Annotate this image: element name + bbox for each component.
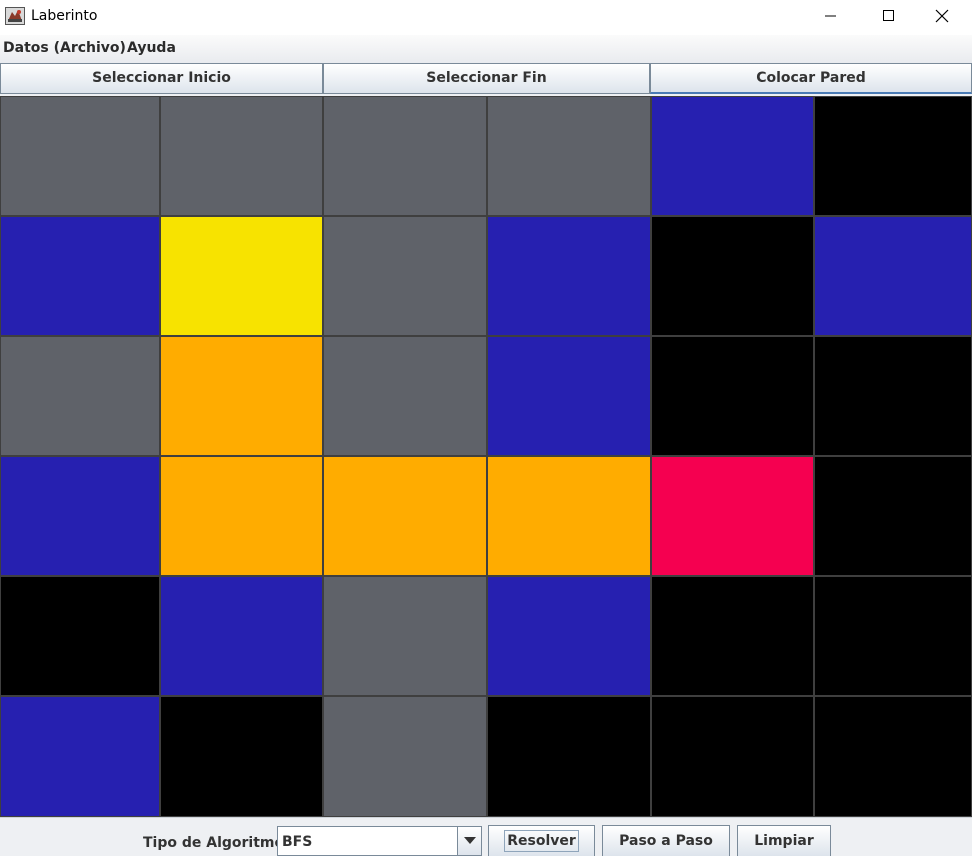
maze-cell-path[interactable] — [323, 456, 487, 576]
maze-cell-wall[interactable] — [0, 576, 160, 696]
minimize-icon — [825, 15, 836, 17]
maze-cell-wall[interactable] — [814, 456, 972, 576]
dropdown-button[interactable] — [457, 827, 481, 855]
menu-datos-archivo[interactable]: Datos (Archivo) — [3, 40, 126, 56]
maze-cell-start[interactable] — [160, 216, 323, 336]
algorithm-value: BFS — [282, 834, 313, 850]
maze-cell-visited[interactable] — [487, 216, 651, 336]
maze-cell-path[interactable] — [160, 456, 323, 576]
mode-toolbar: Seleccionar Inicio Seleccionar Fin Coloc… — [0, 63, 972, 96]
solve-button[interactable]: Resolver — [488, 825, 595, 856]
maze-grid — [0, 96, 972, 817]
maze-cell-visited[interactable] — [814, 216, 972, 336]
algorithm-select[interactable]: BFS — [277, 826, 482, 856]
maze-cell-empty[interactable] — [323, 216, 487, 336]
maze-app-icon — [5, 7, 25, 25]
maze-cell-wall[interactable] — [651, 216, 814, 336]
maze-cell-end[interactable] — [651, 456, 814, 576]
title-bar: Laberinto — [0, 0, 972, 34]
maze-cell-wall[interactable] — [160, 696, 323, 817]
maze-cell-wall[interactable] — [814, 576, 972, 696]
minimize-button[interactable] — [801, 0, 861, 32]
maze-cell-wall[interactable] — [814, 96, 972, 216]
maze-cell-visited[interactable] — [0, 216, 160, 336]
maze-cell-wall[interactable] — [651, 336, 814, 456]
algorithm-label: Tipo de Algoritmo: — [143, 835, 290, 851]
maze-cell-visited[interactable] — [487, 336, 651, 456]
maze-cell-empty[interactable] — [323, 96, 487, 216]
maze-cell-path[interactable] — [487, 456, 651, 576]
maze-cell-empty[interactable] — [323, 696, 487, 817]
window-title: Laberinto — [31, 8, 98, 24]
controls-panel: Tipo de Algoritmo: BFS Resolver Paso a P… — [0, 817, 972, 856]
maximize-button[interactable] — [859, 0, 919, 32]
maze-cell-visited[interactable] — [651, 96, 814, 216]
select-end-button[interactable]: Seleccionar Fin — [323, 63, 650, 94]
maze-cell-empty[interactable] — [0, 96, 160, 216]
maze-cell-visited[interactable] — [487, 576, 651, 696]
maze-cell-empty[interactable] — [323, 336, 487, 456]
maze-cell-wall[interactable] — [487, 696, 651, 817]
maze-cell-empty[interactable] — [487, 96, 651, 216]
clear-button[interactable]: Limpiar — [737, 825, 831, 856]
menu-bar: Datos (Archivo) Ayuda — [0, 35, 972, 63]
maze-cell-visited[interactable] — [0, 696, 160, 817]
maximize-icon — [883, 10, 894, 21]
solve-button-label: Resolver — [504, 830, 579, 852]
maze-cell-empty[interactable] — [0, 336, 160, 456]
maze-cell-wall[interactable] — [814, 336, 972, 456]
step-by-step-button[interactable]: Paso a Paso — [602, 825, 730, 856]
maze-cell-empty[interactable] — [323, 576, 487, 696]
maze-cell-visited[interactable] — [160, 576, 323, 696]
place-wall-button[interactable]: Colocar Pared — [650, 63, 972, 94]
maze-cell-wall[interactable] — [651, 576, 814, 696]
chevron-down-icon — [464, 837, 476, 844]
close-icon — [935, 9, 949, 23]
menu-ayuda[interactable]: Ayuda — [127, 40, 176, 56]
close-button[interactable] — [912, 0, 972, 32]
maze-cell-visited[interactable] — [0, 456, 160, 576]
maze-cell-wall[interactable] — [651, 696, 814, 817]
maze-cell-empty[interactable] — [160, 96, 323, 216]
select-start-button[interactable]: Seleccionar Inicio — [0, 63, 323, 94]
maze-window: Laberinto Datos (Archivo) Ayuda Seleccio… — [0, 0, 972, 856]
maze-cell-path[interactable] — [160, 336, 323, 456]
maze-cell-wall[interactable] — [814, 696, 972, 817]
